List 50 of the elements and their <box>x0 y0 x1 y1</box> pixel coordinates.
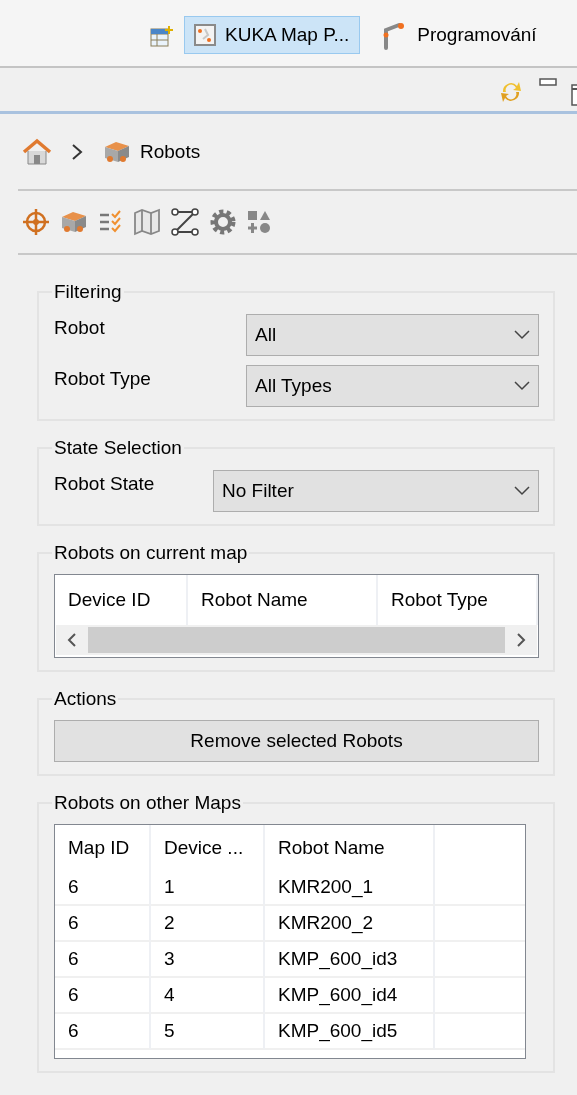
column-header[interactable]: Device ... <box>151 825 265 870</box>
minimize-icon[interactable] <box>539 78 557 88</box>
table-cell: KMP_600_id5 <box>265 1014 435 1050</box>
dropdown[interactable]: No Filter <box>213 470 539 512</box>
table-cell: 6 <box>55 870 151 906</box>
chevron-down-icon <box>514 330 530 340</box>
table-cell: KMR200_1 <box>265 870 435 906</box>
home-icon[interactable] <box>22 137 52 166</box>
crosshair-icon[interactable] <box>22 208 50 236</box>
editor-tab[interactable]: Programování <box>370 16 548 54</box>
group-title: Robots on current map <box>53 542 249 564</box>
map-icon <box>193 23 217 47</box>
chevron-right-icon <box>70 141 84 162</box>
shapes-icon[interactable] <box>246 209 272 235</box>
chevron-down-icon <box>514 486 530 496</box>
table-cell: 2 <box>151 906 265 942</box>
dropdown[interactable]: All <box>246 314 539 356</box>
group-title: Robots on other Maps <box>53 792 242 814</box>
remove-button[interactable]: Remove selected Robots <box>54 720 539 762</box>
group-title: Filtering <box>53 281 123 303</box>
field-label: Robot <box>54 316 106 339</box>
column-header[interactable]: Robot Name <box>265 825 435 870</box>
chevron-down-icon <box>514 381 530 391</box>
path-icon[interactable] <box>170 208 200 236</box>
group-title: Actions <box>53 688 118 710</box>
table-cell: 3 <box>151 942 265 978</box>
checklist-icon[interactable] <box>98 209 124 235</box>
group-title: State Selection <box>53 437 183 459</box>
table-cell: 4 <box>151 978 265 1014</box>
table-cell: 6 <box>55 906 151 942</box>
table-cell: 6 <box>55 978 151 1014</box>
field-label: Robot Type <box>54 367 152 390</box>
dropdown[interactable]: All Types <box>246 365 539 407</box>
field-label: Robot State <box>54 472 156 495</box>
column-header[interactable]: Map ID <box>55 825 151 870</box>
table-cell: 6 <box>55 1014 151 1050</box>
perspective-icon <box>150 25 174 47</box>
breadcrumb-item[interactable]: Robots <box>102 136 201 167</box>
table-cell: KMP_600_id3 <box>265 942 435 978</box>
horizontal-scrollbar[interactable] <box>56 625 537 655</box>
table-cell: KMP_600_id4 <box>265 978 435 1014</box>
scroll-left-icon[interactable] <box>67 632 77 648</box>
settings-icon[interactable] <box>209 208 237 236</box>
editor-tab[interactable]: KUKA Map P... <box>184 16 361 54</box>
table-cell: 5 <box>151 1014 265 1050</box>
map-fold-icon[interactable] <box>133 208 161 236</box>
scroll-right-icon[interactable] <box>516 632 526 648</box>
table-cell: KMR200_2 <box>265 906 435 942</box>
table-cell: 6 <box>55 942 151 978</box>
table-cell: 1 <box>151 870 265 906</box>
